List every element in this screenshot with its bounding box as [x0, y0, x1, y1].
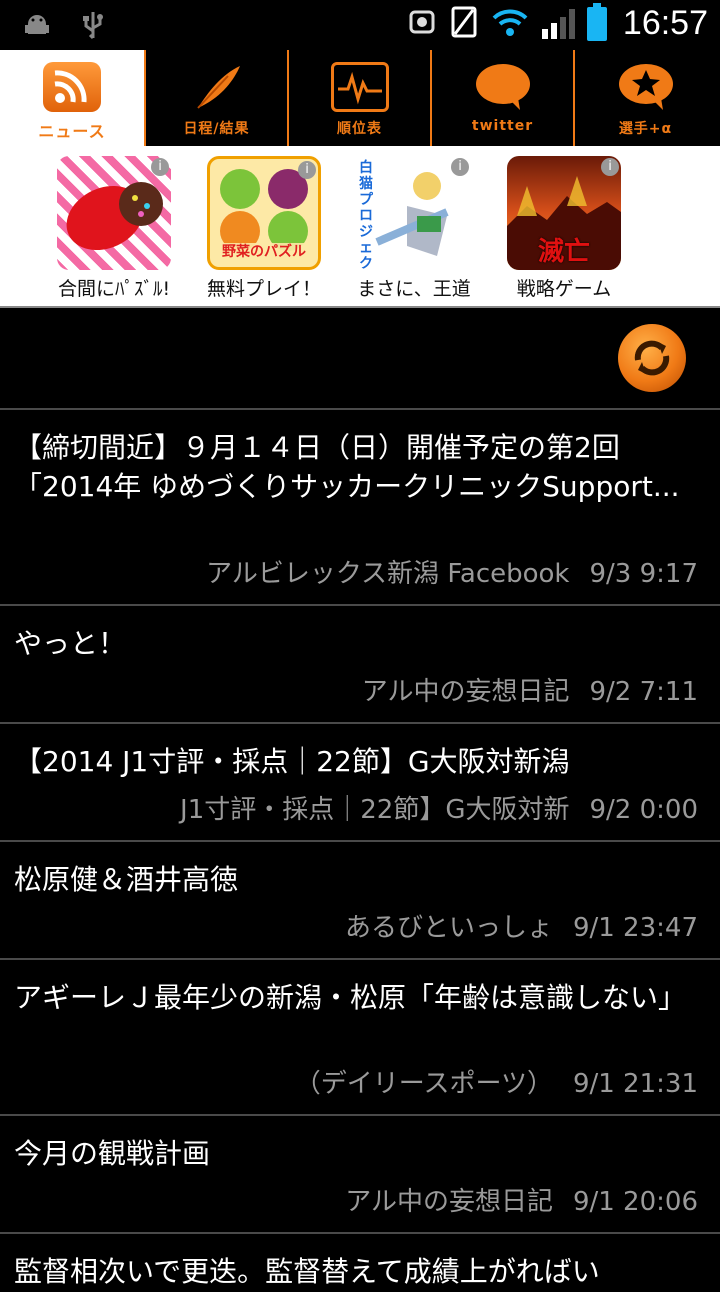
ad-thumbnail: i — [57, 156, 171, 270]
news-item[interactable]: 松原健＆酒井高徳 あるびといっしょ 9/1 23:47 — [0, 840, 720, 958]
news-time: 9/1 21:31 — [572, 1069, 698, 1099]
rss-icon — [43, 62, 101, 112]
news-title: 【2014 J1寸評・採点｜22節】G大阪対新潟 — [14, 745, 570, 778]
ad-info-icon[interactable]: i — [451, 158, 469, 176]
news-title: 松原健＆酒井高徳 — [14, 863, 239, 896]
speech-bubble-icon — [474, 62, 532, 112]
news-title: やっと！ — [14, 627, 127, 660]
news-meta: アルビレックス新潟 Facebook 9/3 9:17 — [206, 553, 698, 590]
ad-strip: i 合間にﾊﾟｽﾞﾙ! i 野菜のパズル 無料プレイ！ i 白猫プロジェクト ま… — [0, 146, 720, 306]
tab-standings[interactable]: 順位表 — [287, 50, 430, 146]
ad-info-icon[interactable]: i — [601, 158, 619, 176]
ad-thumbnail: i 白猫プロジェクト — [357, 156, 471, 270]
refresh-button[interactable] — [618, 324, 686, 392]
news-source: J1寸評・採点｜22節】G大阪対新 — [180, 795, 570, 825]
ad-item[interactable]: i 野菜のパズル 無料プレイ！ — [204, 156, 324, 301]
news-title: 監督相次いで更迭。監督替えて成績上がればい — [14, 1255, 600, 1288]
news-time: 9/3 9:17 — [589, 559, 699, 589]
news-time: 9/1 20:06 — [572, 1187, 698, 1217]
ad-item[interactable]: i 合間にﾊﾟｽﾞﾙ! — [54, 156, 174, 301]
news-source: アル中の妄想日記 — [345, 1187, 553, 1217]
news-source: アル中の妄想日記 — [361, 677, 570, 707]
news-meta: アル中の妄想日記 9/2 7:11 — [362, 671, 698, 708]
ad-thumbnail: i 滅亡 — [507, 156, 621, 270]
alarm-icon — [406, 6, 438, 42]
wifi-icon — [490, 6, 530, 42]
ad-thumbnail: i 野菜のパズル — [207, 156, 321, 270]
news-item[interactable]: 【締切間近】９月１４日（日）開催予定の第2回「2014年 ゆめづくりサッカークリ… — [0, 408, 720, 604]
ad-caption: 戦略ゲーム — [516, 278, 612, 300]
feather-icon — [188, 62, 246, 112]
tab-label: 選手+α — [618, 121, 673, 137]
tab-bar: ニュース 日程/結果 順位表 twitter 選手+α — [0, 50, 720, 146]
tab-twitter[interactable]: twitter — [430, 50, 573, 146]
tab-label: twitter — [471, 118, 534, 134]
ad-info-icon[interactable]: i — [151, 158, 169, 176]
ad-art-text: 滅亡 — [537, 237, 590, 267]
news-meta: アル中の妄想日記 9/1 20:06 — [345, 1181, 698, 1218]
news-time: 9/2 0:00 — [589, 795, 699, 825]
usb-icon — [80, 10, 106, 46]
ad-item[interactable]: i 白猫プロジェクト まさに、王道 — [354, 156, 474, 301]
ad-art-text: 白猫プロジェクト — [359, 160, 373, 270]
android-debug-icon — [22, 10, 52, 46]
news-title: 今月の観戦計画 — [14, 1137, 211, 1170]
news-meta: J1寸評・採点｜22節】G大阪対新 9/2 0:00 — [180, 789, 698, 826]
ad-item[interactable]: i 滅亡 戦略ゲーム — [504, 156, 624, 301]
signal-icon — [541, 8, 575, 39]
news-time: 9/1 23:47 — [572, 913, 698, 943]
ad-caption: 無料プレイ！ — [206, 278, 321, 300]
tab-label: 日程/結果 — [183, 121, 250, 137]
news-source: あるびといっしょ — [344, 913, 553, 943]
tab-label: ニュース — [38, 122, 106, 141]
news-item[interactable]: やっと！ アル中の妄想日記 9/2 7:11 — [0, 604, 720, 722]
news-title: アギーレＪ最年少の新潟・松原「年齢は意識しない」 — [14, 981, 687, 1014]
news-list: 【締切間近】９月１４日（日）開催予定の第2回「2014年 ゆめづくりサッカークリ… — [0, 408, 720, 1292]
status-bar: 16:57 — [0, 0, 720, 50]
tab-label: 順位表 — [337, 121, 382, 137]
star-bubble-icon — [617, 62, 675, 112]
tab-players[interactable]: 選手+α — [573, 50, 716, 146]
rotation-lock-icon — [450, 6, 478, 42]
news-source: （デイリースポーツ） — [294, 1069, 553, 1099]
news-item[interactable]: 今月の観戦計画 アル中の妄想日記 9/1 20:06 — [0, 1114, 720, 1232]
news-meta: あるびといっしょ 9/1 23:47 — [345, 907, 698, 944]
ad-caption: まさに、王道 — [357, 278, 471, 300]
news-item[interactable]: 【2014 J1寸評・採点｜22節】G大阪対新潟 J1寸評・採点｜22節】G大阪… — [0, 722, 720, 840]
ad-info-icon[interactable]: i — [298, 161, 316, 179]
news-title: 【締切間近】９月１４日（日）開催予定の第2回「2014年 ゆめづくりサッカークリ… — [14, 431, 680, 503]
news-meta: （デイリースポーツ） 9/1 21:31 — [295, 1063, 698, 1100]
tab-news[interactable]: ニュース — [0, 50, 144, 146]
news-item[interactable]: アギーレＪ最年少の新潟・松原「年齢は意識しない」 （デイリースポーツ） 9/1 2… — [0, 958, 720, 1114]
news-item[interactable]: 監督相次いで更迭。監督替えて成績上がればい — [0, 1232, 720, 1292]
refresh-icon — [634, 340, 670, 376]
toolbar — [0, 308, 720, 408]
ranking-icon — [330, 62, 389, 112]
ad-art-text: 野菜のパズル — [222, 244, 306, 260]
news-time: 9/2 7:11 — [589, 677, 699, 707]
battery-icon — [586, 2, 607, 41]
news-source: アルビレックス新潟 Facebook — [206, 559, 570, 589]
tab-schedule[interactable]: 日程/結果 — [144, 50, 287, 146]
clock: 16:57 — [622, 4, 708, 42]
ad-caption: 合間にﾊﾟｽﾞﾙ! — [57, 278, 171, 300]
